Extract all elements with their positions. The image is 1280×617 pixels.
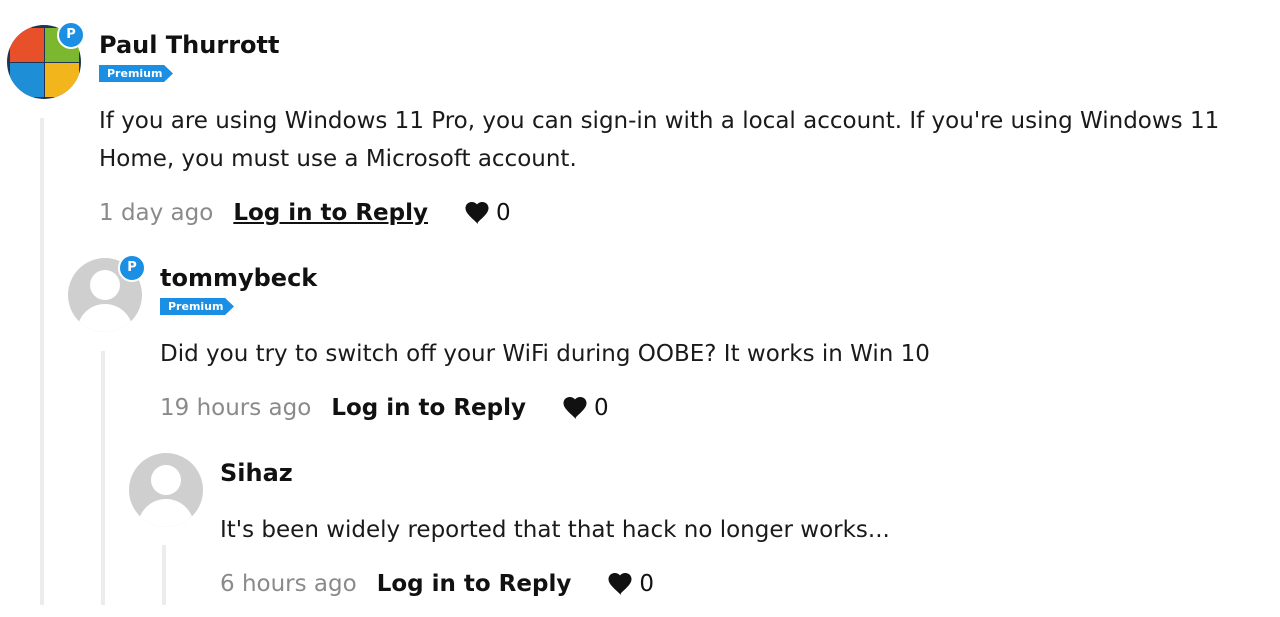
thread-line-level-1 xyxy=(40,118,44,605)
log-in-to-reply-link[interactable]: Log in to Reply xyxy=(377,571,572,597)
heart-icon xyxy=(465,202,489,224)
premium-badge: Premium xyxy=(99,65,173,82)
timestamp: 19 hours ago xyxy=(160,395,312,421)
avatar-body-shape xyxy=(77,304,133,332)
comment-meta: 1 day ago Log in to Reply 0 xyxy=(99,197,511,229)
avatar[interactable] xyxy=(129,453,203,527)
like-button[interactable]: 0 xyxy=(562,395,609,421)
comment-body: Did you try to switch off your WiFi duri… xyxy=(160,341,930,367)
heart-icon xyxy=(563,397,587,419)
like-count: 0 xyxy=(495,200,511,226)
author-name[interactable]: tommybeck xyxy=(160,264,317,292)
log-in-to-reply-link[interactable]: Log in to Reply xyxy=(233,200,428,226)
timestamp: 1 day ago xyxy=(99,200,214,226)
windows-logo-yellow-quadrant xyxy=(45,63,79,97)
comment-body: If you are using Windows 11 Pro, you can… xyxy=(99,108,1220,172)
timestamp: 6 hours ago xyxy=(220,571,357,597)
log-in-to-reply-link[interactable]: Log in to Reply xyxy=(331,395,526,421)
premium-p-badge-icon: P xyxy=(118,254,146,282)
like-button[interactable]: 0 xyxy=(607,571,654,597)
thread-line-level-3 xyxy=(162,545,166,605)
heart-icon xyxy=(608,573,632,595)
comment-body: It's been widely reported that that hack… xyxy=(220,517,890,543)
like-count: 0 xyxy=(639,571,654,597)
author-name[interactable]: Sihaz xyxy=(220,459,293,487)
premium-badge: Premium xyxy=(160,298,234,315)
thread-line-level-2 xyxy=(101,351,105,605)
comment-meta: 6 hours ago Log in to Reply 0 xyxy=(220,568,654,600)
author-name[interactable]: Paul Thurrott xyxy=(99,31,279,59)
like-button[interactable]: 0 xyxy=(464,200,511,226)
avatar-body-shape xyxy=(138,499,194,527)
windows-logo-blue-quadrant xyxy=(10,63,44,97)
avatar-head-shape xyxy=(151,465,181,495)
comment-meta: 19 hours ago Log in to Reply 0 xyxy=(160,392,609,424)
premium-p-badge-icon: P xyxy=(57,21,85,49)
like-count: 0 xyxy=(593,395,609,421)
avatar-head-shape xyxy=(90,270,120,300)
windows-logo-red-quadrant xyxy=(10,28,44,62)
